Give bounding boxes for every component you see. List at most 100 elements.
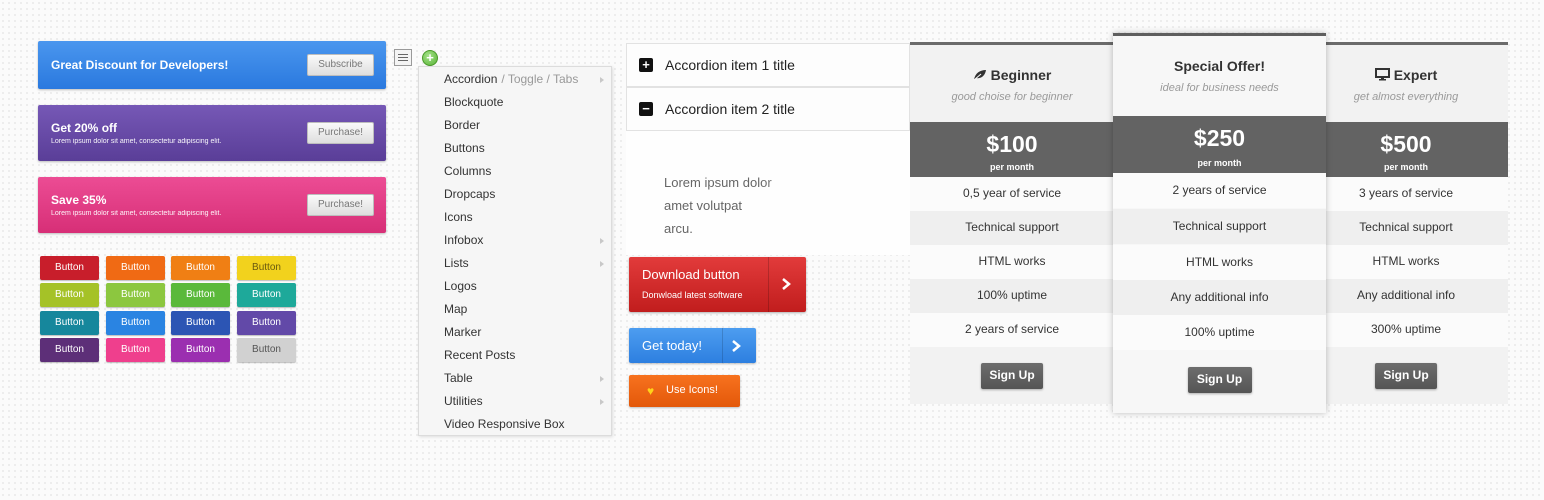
feature-row: 2 years of service [910, 313, 1114, 347]
feature-text: HTML works [1186, 255, 1253, 269]
menu-item[interactable]: Dropcaps [444, 187, 495, 201]
cta-title: Get 20% off [51, 121, 118, 135]
feature-text: Any additional info [1170, 290, 1269, 304]
purchase-button[interactable]: Purchase! [307, 122, 374, 144]
feature-text: Technical support [965, 220, 1059, 234]
color-button[interactable]: Button [106, 283, 165, 307]
sign-up-button[interactable]: Sign Up [1375, 363, 1437, 389]
color-button[interactable]: Button [171, 311, 230, 335]
submenu-arrow-icon [600, 261, 604, 267]
menu-item-label: Dropcaps [444, 187, 496, 201]
fade-overlay [760, 131, 910, 255]
menu-item[interactable]: Columns [444, 164, 491, 178]
menu-item[interactable]: Marker [444, 325, 481, 339]
menu-item[interactable]: Lists [444, 256, 469, 270]
menu-item[interactable]: Video Responsive Box [444, 417, 565, 431]
submenu-arrow-icon [600, 376, 604, 382]
plan-name: Beginner [910, 67, 1114, 84]
keyboard-icon[interactable] [394, 49, 412, 66]
feature-text: Technical support [1359, 220, 1453, 234]
chevron-right-icon [782, 278, 791, 290]
plus-icon: + [639, 58, 653, 72]
plan-tagline: ideal for business needs [1160, 82, 1279, 94]
monitor-icon [1374, 68, 1390, 84]
feature-row: HTML works [910, 245, 1114, 279]
feature-text: 300% uptime [1370, 322, 1442, 336]
plan-period: per month [1197, 158, 1242, 168]
color-button[interactable]: Button [40, 283, 99, 307]
feature-row: Any additional info [1304, 279, 1508, 313]
accordion-item-2[interactable]: − Accordion item 2 title [626, 87, 910, 131]
feature-row: 0,5 year of service [910, 177, 1114, 211]
menu-item[interactable]: Border [444, 118, 480, 132]
divider [768, 257, 769, 312]
use-icons-label: Use Icons! [666, 384, 718, 396]
menu-item-label: Icons [444, 210, 473, 224]
pricing-column-beginner: Beginner good choise for beginner $100 per … [910, 42, 1114, 404]
menu-item[interactable]: Map [444, 302, 467, 316]
feature-text: 0,5 year of service [962, 186, 1062, 200]
feature-row: Technical support [1113, 209, 1326, 244]
cta-title: Great Discount for Developers! [51, 58, 229, 72]
heart-icon: ♥ [647, 384, 655, 398]
cta-box-20-off: Get 20% off Lorem ipsum dolor sit amet, … [38, 105, 386, 161]
menu-item[interactable]: Recent Posts [444, 348, 515, 362]
color-button[interactable]: Button [171, 283, 230, 307]
feature-row: 3 years of service [1304, 177, 1508, 211]
menu-item-label: Video Responsive Box [444, 417, 565, 431]
menu-item-label: Accordion [444, 72, 498, 86]
color-button[interactable]: Button [237, 311, 296, 335]
color-button[interactable]: Button [106, 256, 165, 280]
feature-text: 2 years of service [1172, 183, 1267, 197]
color-button[interactable]: Button [237, 283, 296, 307]
feature-row: Technical support [1304, 211, 1508, 245]
purchase-button[interactable]: Purchase! [307, 194, 374, 216]
use-icons-button[interactable]: ♥ Use Icons! [629, 375, 740, 407]
plan-price: $100 [986, 131, 1038, 157]
feature-row: Any additional info [1113, 280, 1326, 315]
plan-name: Expert [1304, 67, 1508, 84]
menu-item-label: Marker [444, 325, 482, 339]
accordion-title: Accordion item 1 title [665, 57, 795, 73]
color-button[interactable]: Button [40, 311, 99, 335]
subscribe-button[interactable]: Subscribe [307, 54, 374, 76]
menu-item-label: Map [444, 302, 468, 316]
price-band: $500 per month [1304, 122, 1508, 177]
menu-item-extra: / Toggle / Tabs [501, 72, 579, 86]
color-button[interactable]: Button [106, 311, 165, 335]
color-button[interactable]: Button [40, 338, 99, 362]
plan-name: Special Offer! [1113, 58, 1326, 74]
plan-period: per month [990, 162, 1034, 172]
sign-up-button[interactable]: Sign Up [1187, 367, 1252, 393]
color-button[interactable]: Button [237, 256, 296, 280]
color-button[interactable]: Button [106, 338, 165, 362]
cta-box-35-off: Save 35% Lorem ipsum dolor sit amet, con… [38, 177, 386, 233]
menu-item[interactable]: Icons [444, 210, 473, 224]
cta-title: Save 35% [51, 193, 107, 207]
accordion-item-1[interactable]: + Accordion item 1 title [626, 43, 910, 87]
download-button[interactable]: Download button Donwload latest software [629, 257, 806, 312]
color-button[interactable]: Button [40, 256, 99, 280]
divider [722, 328, 723, 363]
menu-item[interactable]: Table [444, 371, 473, 385]
pricing-column-special: Special Offer! ideal for business needs $2… [1113, 33, 1326, 413]
menu-item[interactable]: Infobox [444, 233, 483, 247]
menu-item[interactable]: Buttons [444, 141, 485, 155]
sign-up-button[interactable]: Sign Up [981, 363, 1043, 389]
menu-item[interactable]: Accordion / Toggle / Tabs [444, 72, 578, 86]
get-today-button[interactable]: Get today! [629, 328, 756, 363]
color-button[interactable]: Button [237, 338, 296, 362]
chevron-right-icon [732, 340, 741, 352]
menu-item[interactable]: Blockquote [444, 95, 503, 109]
color-button[interactable]: Button [171, 338, 230, 362]
cta-box-discount: Great Discount for Developers! Subscribe [38, 41, 386, 89]
menu-item[interactable]: Logos [444, 279, 477, 293]
submenu-arrow-icon [600, 238, 604, 244]
menu-item-label: Infobox [444, 233, 484, 247]
plan-name-text: Beginner [990, 67, 1052, 83]
feature-row: Technical support [910, 211, 1114, 245]
color-button[interactable]: Button [171, 256, 230, 280]
download-button-sub: Donwload latest software [642, 290, 743, 300]
add-shortcode-icon[interactable]: + [422, 50, 438, 66]
menu-item[interactable]: Utilities [444, 394, 483, 408]
